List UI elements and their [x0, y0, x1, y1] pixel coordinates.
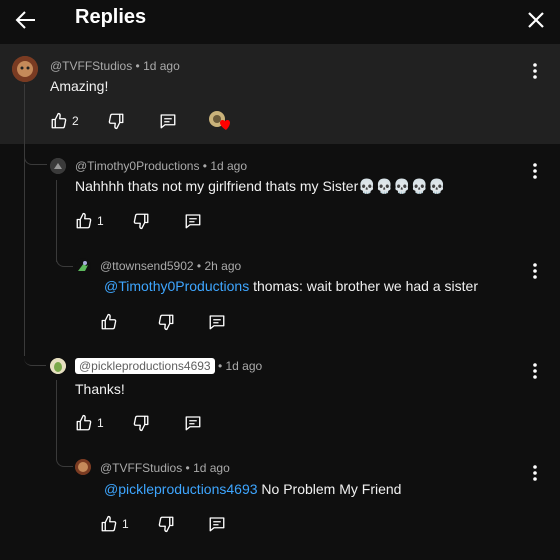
like-count: 1 — [97, 416, 104, 430]
reply-button[interactable] — [159, 110, 177, 132]
like-count: 2 — [72, 114, 79, 128]
author-handle[interactable]: @ttownsend5902 — [100, 259, 194, 273]
timestamp: 2h ago — [204, 259, 242, 273]
like-button[interactable]: 2 — [50, 110, 79, 132]
like-button[interactable]: 1 — [75, 210, 104, 232]
more-options-icon[interactable] — [527, 160, 543, 182]
author-handle[interactable]: @TVFFStudios — [50, 59, 132, 73]
like-button[interactable]: 1 — [75, 412, 104, 434]
thread-line — [56, 380, 57, 460]
mention-link[interactable]: @pickleproductions4693 — [104, 481, 258, 497]
mention-link[interactable]: @Timothy0Productions — [104, 278, 249, 294]
skull-emoji: 💀💀💀💀💀 — [358, 178, 446, 194]
thread-line — [24, 84, 25, 356]
more-options-icon[interactable] — [527, 60, 543, 82]
avatar[interactable] — [75, 258, 91, 274]
comment-actions: 1 — [100, 513, 240, 537]
more-options-icon[interactable] — [527, 260, 543, 282]
reply-button[interactable] — [184, 412, 202, 434]
thumbs-down-icon — [133, 213, 149, 230]
timestamp: 1d ago — [210, 159, 248, 173]
comment-meta: @TVFFStudios • 1d ago — [50, 59, 180, 73]
dislike-button[interactable] — [157, 311, 175, 333]
comment-meta: @ttownsend5902 • 2h ago — [100, 259, 242, 273]
author-handle[interactable]: @TVFFStudios — [100, 461, 182, 475]
avatar[interactable] — [12, 56, 38, 82]
comment-text: @pickleproductions4693 No Problem My Fri… — [104, 481, 402, 497]
thread-elbow — [56, 452, 73, 467]
thread-elbow — [24, 150, 47, 165]
comment-text: Nahhhh thats not my girlfriend thats my … — [75, 178, 446, 194]
avatar[interactable] — [50, 358, 66, 374]
dislike-button[interactable] — [132, 210, 150, 232]
dislike-button[interactable] — [107, 110, 125, 132]
thread-line — [56, 180, 57, 262]
comment-actions: 1 — [75, 412, 225, 436]
page-title: Replies — [75, 6, 147, 28]
avatar[interactable] — [75, 459, 91, 475]
comment-text: Amazing! — [50, 78, 109, 94]
like-button[interactable]: 1 — [100, 513, 129, 535]
more-options-icon[interactable] — [527, 462, 543, 484]
like-button[interactable] — [100, 311, 118, 333]
avatar[interactable] — [50, 158, 66, 174]
timestamp: 1d ago — [143, 59, 180, 73]
timestamp: 1d ago — [225, 359, 263, 373]
comment-actions — [100, 311, 240, 335]
reply-button[interactable] — [184, 210, 202, 232]
comment-icon — [209, 315, 225, 330]
thumbs-up-icon — [101, 313, 117, 330]
close-icon[interactable] — [522, 6, 550, 34]
thumbs-up-icon — [101, 515, 117, 532]
comment-meta: @TVFFStudios • 1d ago — [100, 461, 230, 475]
comment-text: Thanks! — [75, 381, 125, 397]
author-handle[interactable]: @pickleproductions4693 — [75, 358, 215, 374]
comment-text: @Timothy0Productions thomas: wait brothe… — [104, 278, 478, 294]
thumbs-down-icon — [158, 516, 174, 533]
dislike-button[interactable] — [132, 412, 150, 434]
comment-icon — [160, 114, 176, 129]
thread-elbow — [56, 252, 73, 267]
like-count: 1 — [122, 517, 129, 531]
comment-actions: 2 — [50, 110, 250, 134]
comment-icon — [209, 517, 225, 532]
creator-heart-icon — [209, 111, 230, 130]
reply-button[interactable] — [208, 513, 226, 535]
thumbs-up-icon — [51, 112, 67, 129]
thumbs-down-icon — [108, 113, 124, 130]
comment-actions: 1 — [75, 210, 225, 234]
timestamp: 1d ago — [193, 461, 230, 475]
comment-meta: @Timothy0Productions • 1d ago — [75, 159, 248, 173]
reply-button[interactable] — [208, 311, 226, 333]
thumbs-up-icon — [76, 414, 92, 431]
comment-meta: @pickleproductions4693 • 1d ago — [75, 358, 262, 374]
author-handle[interactable]: @Timothy0Productions — [75, 159, 199, 173]
thumbs-up-icon — [76, 212, 92, 229]
comment-icon — [185, 214, 201, 229]
thread-elbow — [24, 350, 46, 366]
header-bar: Replies — [0, 0, 560, 40]
creator-heart — [208, 110, 232, 132]
thumbs-down-icon — [133, 415, 149, 432]
more-options-icon[interactable] — [527, 360, 543, 382]
like-count: 1 — [97, 214, 104, 228]
thumbs-down-icon — [158, 314, 174, 331]
back-arrow-icon[interactable] — [12, 6, 40, 34]
dislike-button[interactable] — [157, 513, 175, 535]
comment-icon — [185, 416, 201, 431]
